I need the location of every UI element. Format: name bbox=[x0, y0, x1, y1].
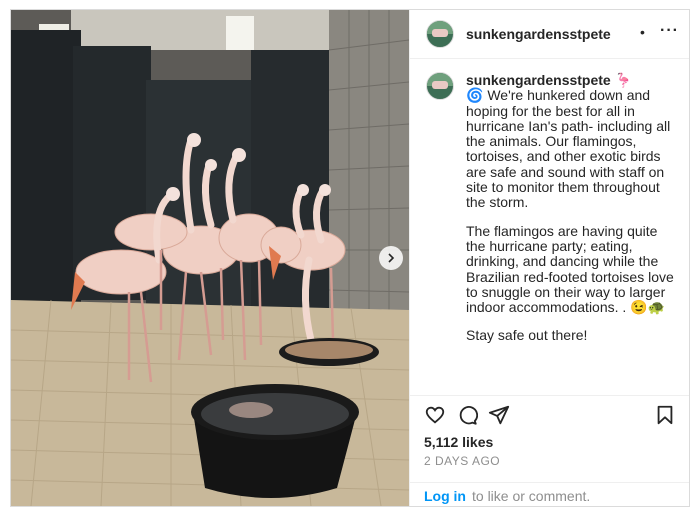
comment-icon[interactable] bbox=[456, 404, 478, 426]
likes-count[interactable]: 5,112 likes bbox=[424, 434, 493, 450]
header-username[interactable]: sunkengardensstpete bbox=[466, 26, 611, 42]
login-prompt-text: to like or comment. bbox=[472, 488, 591, 504]
header-separator: • bbox=[640, 24, 645, 40]
caption-paragraph-1: sunkengardensstpete 🦩 🌀 We're hunkered do… bbox=[466, 72, 676, 211]
caption-text-1: 🌀 We're hunkered down and hoping for the… bbox=[466, 87, 671, 211]
post-header: sunkengardensstpete • ··· bbox=[410, 10, 689, 59]
login-footer: Log in to like or comment. bbox=[410, 482, 689, 506]
post-sidebar: sunkengardensstpete • ··· sunkengardenss… bbox=[409, 10, 689, 506]
caption-username[interactable]: sunkengardensstpete bbox=[466, 72, 611, 88]
avatar[interactable] bbox=[426, 20, 454, 48]
share-icon[interactable] bbox=[488, 404, 510, 426]
more-options-button[interactable]: ··· bbox=[660, 22, 679, 40]
caption-area: sunkengardensstpete 🦩 🌀 We're hunkered do… bbox=[410, 59, 689, 385]
bookmark-icon[interactable] bbox=[654, 404, 676, 426]
flamingo-restroom-photo bbox=[11, 10, 409, 506]
post-caption: sunkengardensstpete 🦩 🌀 We're hunkered do… bbox=[466, 72, 676, 357]
instagram-post: sunkengardensstpete • ··· sunkengardenss… bbox=[10, 9, 690, 507]
caption-paragraph-3: Stay safe out there! bbox=[466, 327, 588, 344]
next-image-button[interactable] bbox=[379, 246, 403, 270]
flamingo-emoji: 🦩 bbox=[614, 72, 633, 88]
caption-paragraph-2: The flamingos are having quite the hurri… bbox=[466, 222, 674, 316]
post-photo[interactable] bbox=[11, 10, 409, 506]
post-timestamp[interactable]: 2 DAYS AGO bbox=[424, 454, 500, 468]
caption-avatar[interactable] bbox=[426, 72, 454, 100]
heart-icon[interactable] bbox=[424, 404, 446, 426]
action-bar bbox=[410, 395, 689, 426]
login-link[interactable]: Log in bbox=[424, 488, 466, 504]
chevron-right-icon bbox=[388, 253, 395, 263]
